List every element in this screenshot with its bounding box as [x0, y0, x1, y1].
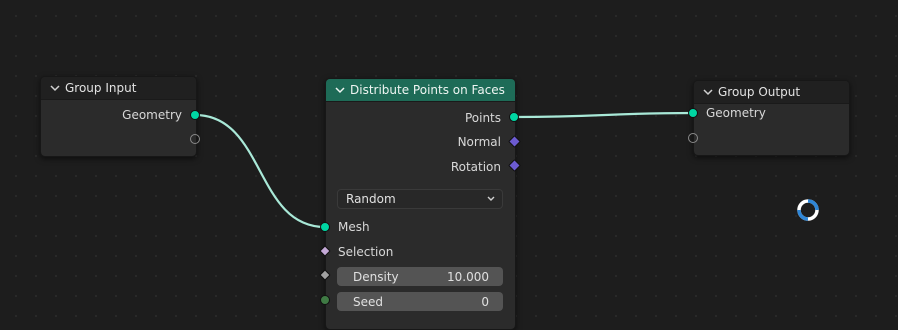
density-label: Density: [353, 269, 399, 284]
seed-value: 0: [481, 294, 489, 309]
density-value: 10.000: [447, 269, 489, 284]
points-output-label: Points: [464, 111, 501, 125]
mesh-input-label: Mesh: [338, 220, 370, 234]
group-output-title: Group Output: [718, 85, 801, 99]
spinner-icon: [797, 199, 819, 221]
rotation-output-label: Rotation: [450, 160, 501, 174]
group-input-node[interactable]: Group Input Geometry: [40, 76, 197, 157]
distribute-points-header[interactable]: Distribute Points on Faces: [326, 79, 515, 102]
group-output-geometry-socket[interactable]: [688, 108, 698, 118]
group-input-empty-socket[interactable]: [190, 134, 200, 144]
group-output-node[interactable]: Group Output Geometry: [693, 80, 850, 156]
link-group-input-to-mesh: [194, 113, 326, 229]
group-input-title: Group Input: [65, 81, 137, 95]
group-input-header[interactable]: Group Input: [41, 77, 196, 100]
distribute-method-dropdown[interactable]: Random: [337, 189, 503, 209]
chevron-down-icon[interactable]: [49, 82, 61, 94]
group-output-header[interactable]: Group Output: [694, 81, 849, 104]
density-field[interactable]: Density 10.000: [337, 267, 503, 286]
group-input-geometry-label: Geometry: [122, 108, 182, 122]
chevron-down-icon[interactable]: [702, 86, 714, 98]
distribute-points-node[interactable]: Distribute Points on Faces Points Normal…: [325, 78, 516, 330]
points-output-socket[interactable]: [509, 112, 519, 122]
seed-label: Seed: [353, 294, 383, 309]
link-points-to-group-output: [513, 111, 694, 119]
seed-input-socket[interactable]: [320, 295, 330, 305]
chevron-down-icon: [484, 193, 498, 205]
selection-input-label: Selection: [338, 245, 394, 259]
mesh-input-socket[interactable]: [320, 222, 330, 232]
group-output-geometry-label: Geometry: [706, 106, 766, 120]
distribute-points-title: Distribute Points on Faces: [350, 83, 505, 97]
group-input-geometry-socket[interactable]: [190, 110, 200, 120]
seed-field[interactable]: Seed 0: [337, 292, 503, 311]
distribute-method-value: Random: [346, 192, 396, 206]
group-output-empty-socket[interactable]: [688, 133, 698, 143]
chevron-down-icon[interactable]: [334, 84, 346, 96]
normal-output-label: Normal: [457, 135, 501, 149]
